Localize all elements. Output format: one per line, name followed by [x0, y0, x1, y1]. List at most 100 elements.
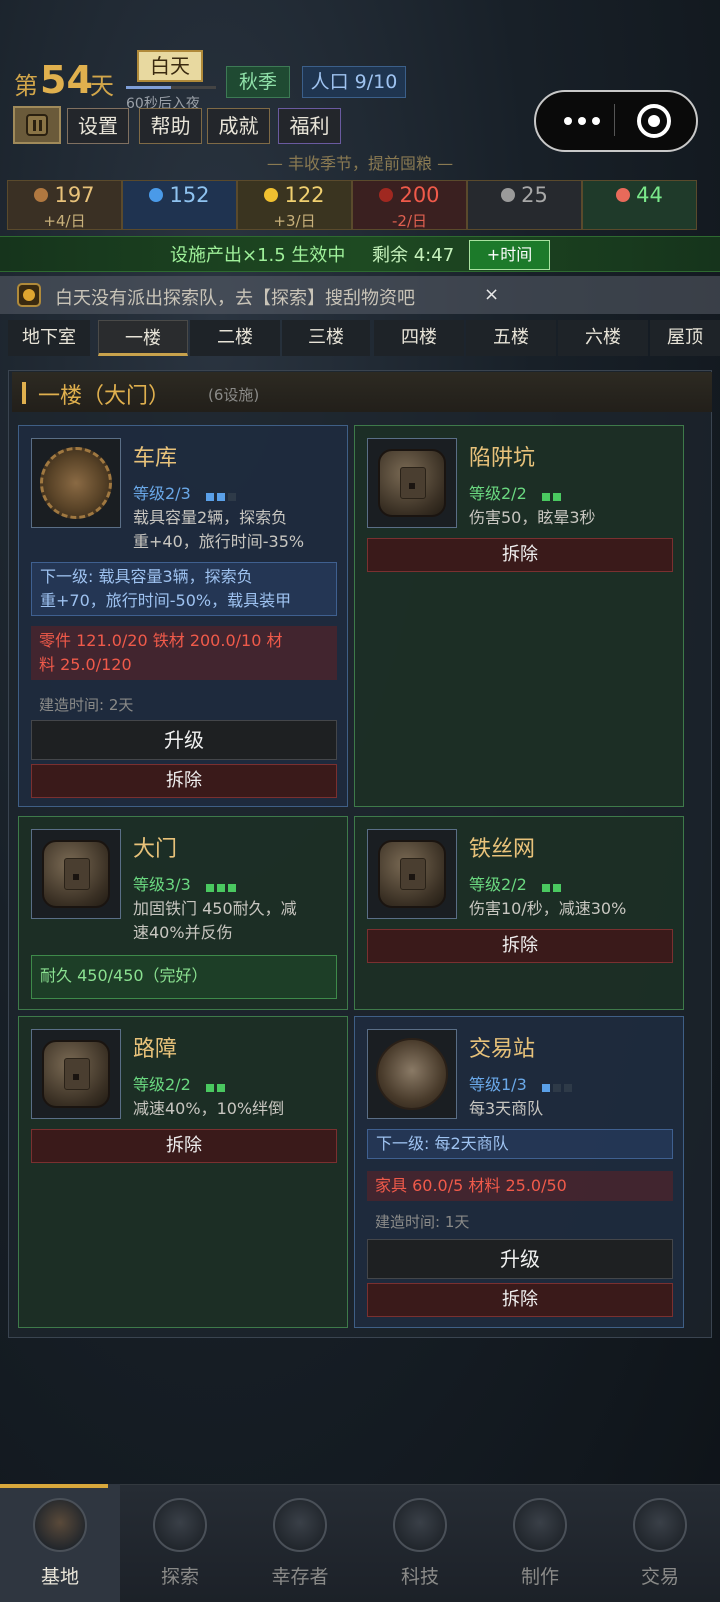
roadblock-icon — [31, 1029, 121, 1119]
facility-card-gate: 大门 等级3/3 加固铁门 450耐久，减 速40%并反伤 耐久 450/450（… — [18, 816, 348, 1010]
level-pips — [206, 486, 239, 501]
build-time: 建造时间: 1天 — [375, 1213, 470, 1231]
floor-tab[interactable]: 二楼 — [190, 320, 280, 356]
capsule-divider — [614, 104, 615, 136]
facility-name: 交易站 — [469, 1037, 536, 1062]
nav-tab[interactable]: 科技 — [360, 1484, 480, 1602]
boost-text: 设施产出×1.5 生效中 — [170, 245, 346, 266]
facility-level: 等级2/2 — [469, 875, 527, 894]
resource-value: 122 — [284, 183, 325, 207]
floor-header-accent — [22, 382, 26, 404]
floor-title: 一楼（大门） — [38, 384, 171, 409]
more-dots-icon[interactable] — [564, 116, 604, 126]
add-time-button[interactable]: +时间 — [469, 240, 550, 270]
next-level-info: 下一级: 载具容量3辆，探索负 重+70，旅行时间-50%，载具装甲 — [31, 562, 337, 616]
demolish-button[interactable]: 拆除 — [31, 1129, 337, 1163]
next-level-info: 下一级: 每2天商队 — [367, 1129, 673, 1159]
population-badge: 人口 9/10 — [302, 66, 406, 98]
boost-banner — [0, 236, 720, 272]
boost-remaining: 剩余 4:47 — [372, 245, 455, 266]
resource-energy: 122 +3/日 — [237, 180, 352, 230]
facility-desc: 载具容量2辆，探索负 重+40，旅行时间-35% — [133, 508, 305, 551]
garage-icon — [31, 438, 121, 528]
level-pips — [206, 1077, 228, 1092]
pit-trap-icon — [367, 438, 457, 528]
resource-fuel: 200 -2/日 — [352, 180, 467, 230]
achievements-button[interactable]: 成就 — [207, 108, 270, 144]
floor-tab[interactable]: 地下室 — [8, 320, 90, 356]
nav-tab[interactable]: 探索 — [120, 1484, 240, 1602]
trading-post-icon — [367, 1029, 457, 1119]
resource-rate: +3/日 — [273, 212, 316, 230]
fuel-icon — [379, 188, 394, 202]
facility-level: 等级2/3 — [133, 484, 191, 503]
upgrade-cost: 零件 121.0/20 铁材 200.0/10 材料 25.0/120 — [31, 626, 337, 680]
floor-tab[interactable]: 屋顶 — [650, 320, 720, 356]
facility-card-barbed-wire: 铁丝网 等级2/2 伤害10/秒，减速30% 拆除 — [354, 816, 684, 1010]
season-badge: 秋季 — [226, 66, 290, 98]
resource-medicine: 44 — [582, 180, 697, 230]
facility-level: 等级2/2 — [133, 1075, 191, 1094]
nav-label: 交易 — [640, 1566, 679, 1588]
hint-icon — [17, 283, 41, 307]
upgrade-cost: 家具 60.0/5 材料 25.0/50 — [367, 1171, 673, 1201]
upgrade-button[interactable]: 升级 — [31, 720, 337, 760]
hint-close-button[interactable]: × — [484, 284, 499, 305]
facility-level: 等级3/3 — [133, 875, 191, 894]
day-counter: 54 — [40, 58, 93, 102]
resource-rate: -2/日 — [391, 212, 427, 230]
nav-tab[interactable]: 制作 — [480, 1484, 600, 1602]
facility-card-trading-post: 交易站 等级1/3 每3天商队 下一级: 每2天商队 家具 60.0/5 材料 … — [354, 1016, 684, 1328]
floor-tab[interactable]: 三楼 — [282, 320, 370, 356]
demolish-button[interactable]: 拆除 — [31, 764, 337, 798]
facility-card-garage: 车库 等级2/3 载具容量2辆，探索负 重+40，旅行时间-35% 下一级: 载具… — [18, 425, 348, 807]
facility-name: 大门 — [133, 837, 178, 862]
floor-tab[interactable]: 四楼 — [374, 320, 464, 356]
facility-card-roadblock: 路障 等级2/2 减速40%，10%绊倒 拆除 — [18, 1016, 348, 1328]
resource-food: 197 +4/日 — [7, 180, 122, 230]
demolish-button[interactable]: 拆除 — [367, 538, 673, 572]
barbed-wire-icon — [367, 829, 457, 919]
facility-desc: 加固铁门 450耐久，减 速40%并反伤 — [133, 899, 297, 942]
facility-level: 等级1/3 — [469, 1075, 527, 1094]
demolish-button[interactable]: 拆除 — [367, 1283, 673, 1317]
welfare-button[interactable]: 福利 — [278, 108, 341, 144]
facility-name: 路障 — [133, 1037, 178, 1062]
nav-tab[interactable]: 幸存者 — [240, 1484, 360, 1602]
day-suffix: 天 — [90, 72, 114, 100]
facility-name: 铁丝网 — [469, 837, 536, 862]
nav-label: 科技 — [400, 1566, 439, 1588]
resource-value: 200 — [399, 183, 440, 207]
food-icon — [34, 188, 49, 202]
resource-rate: +4/日 — [43, 212, 86, 230]
water-icon — [149, 188, 164, 202]
tech-gear-icon — [393, 1498, 447, 1552]
nav-tab[interactable]: 基地 — [0, 1484, 120, 1602]
help-button[interactable]: 帮助 — [139, 108, 202, 144]
resource-value: 152 — [169, 183, 210, 207]
level-pips — [542, 877, 564, 892]
pause-button[interactable] — [13, 106, 61, 144]
floor-tab[interactable]: 五楼 — [466, 320, 556, 356]
season-tip: — 丰收季节，提前囤粮 — — [266, 154, 454, 173]
nav-tab[interactable]: 交易 — [600, 1484, 720, 1602]
day-prefix: 第 — [14, 72, 38, 100]
floor-tab[interactable]: 一楼 — [98, 320, 188, 356]
facility-desc: 减速40%，10%绊倒 — [133, 1099, 285, 1118]
upgrade-button[interactable]: 升级 — [367, 1239, 673, 1279]
crafting-icon — [513, 1498, 567, 1552]
resource-value: 197 — [54, 183, 95, 207]
settings-button[interactable]: 设置 — [67, 108, 129, 144]
compass-icon — [153, 1498, 207, 1552]
miniprogram-capsule — [534, 90, 698, 152]
day-phase-badge: 白天 — [137, 50, 203, 82]
floor-tab[interactable]: 六楼 — [558, 320, 648, 356]
close-miniprogram-icon[interactable] — [637, 104, 671, 138]
base-icon — [33, 1498, 87, 1552]
facility-desc: 伤害50，眩晕3秒 — [469, 508, 596, 527]
parts-icon — [501, 188, 516, 202]
nav-label: 制作 — [520, 1566, 559, 1588]
energy-icon — [264, 188, 279, 202]
resource-value: 44 — [636, 183, 663, 207]
demolish-button[interactable]: 拆除 — [367, 929, 673, 963]
